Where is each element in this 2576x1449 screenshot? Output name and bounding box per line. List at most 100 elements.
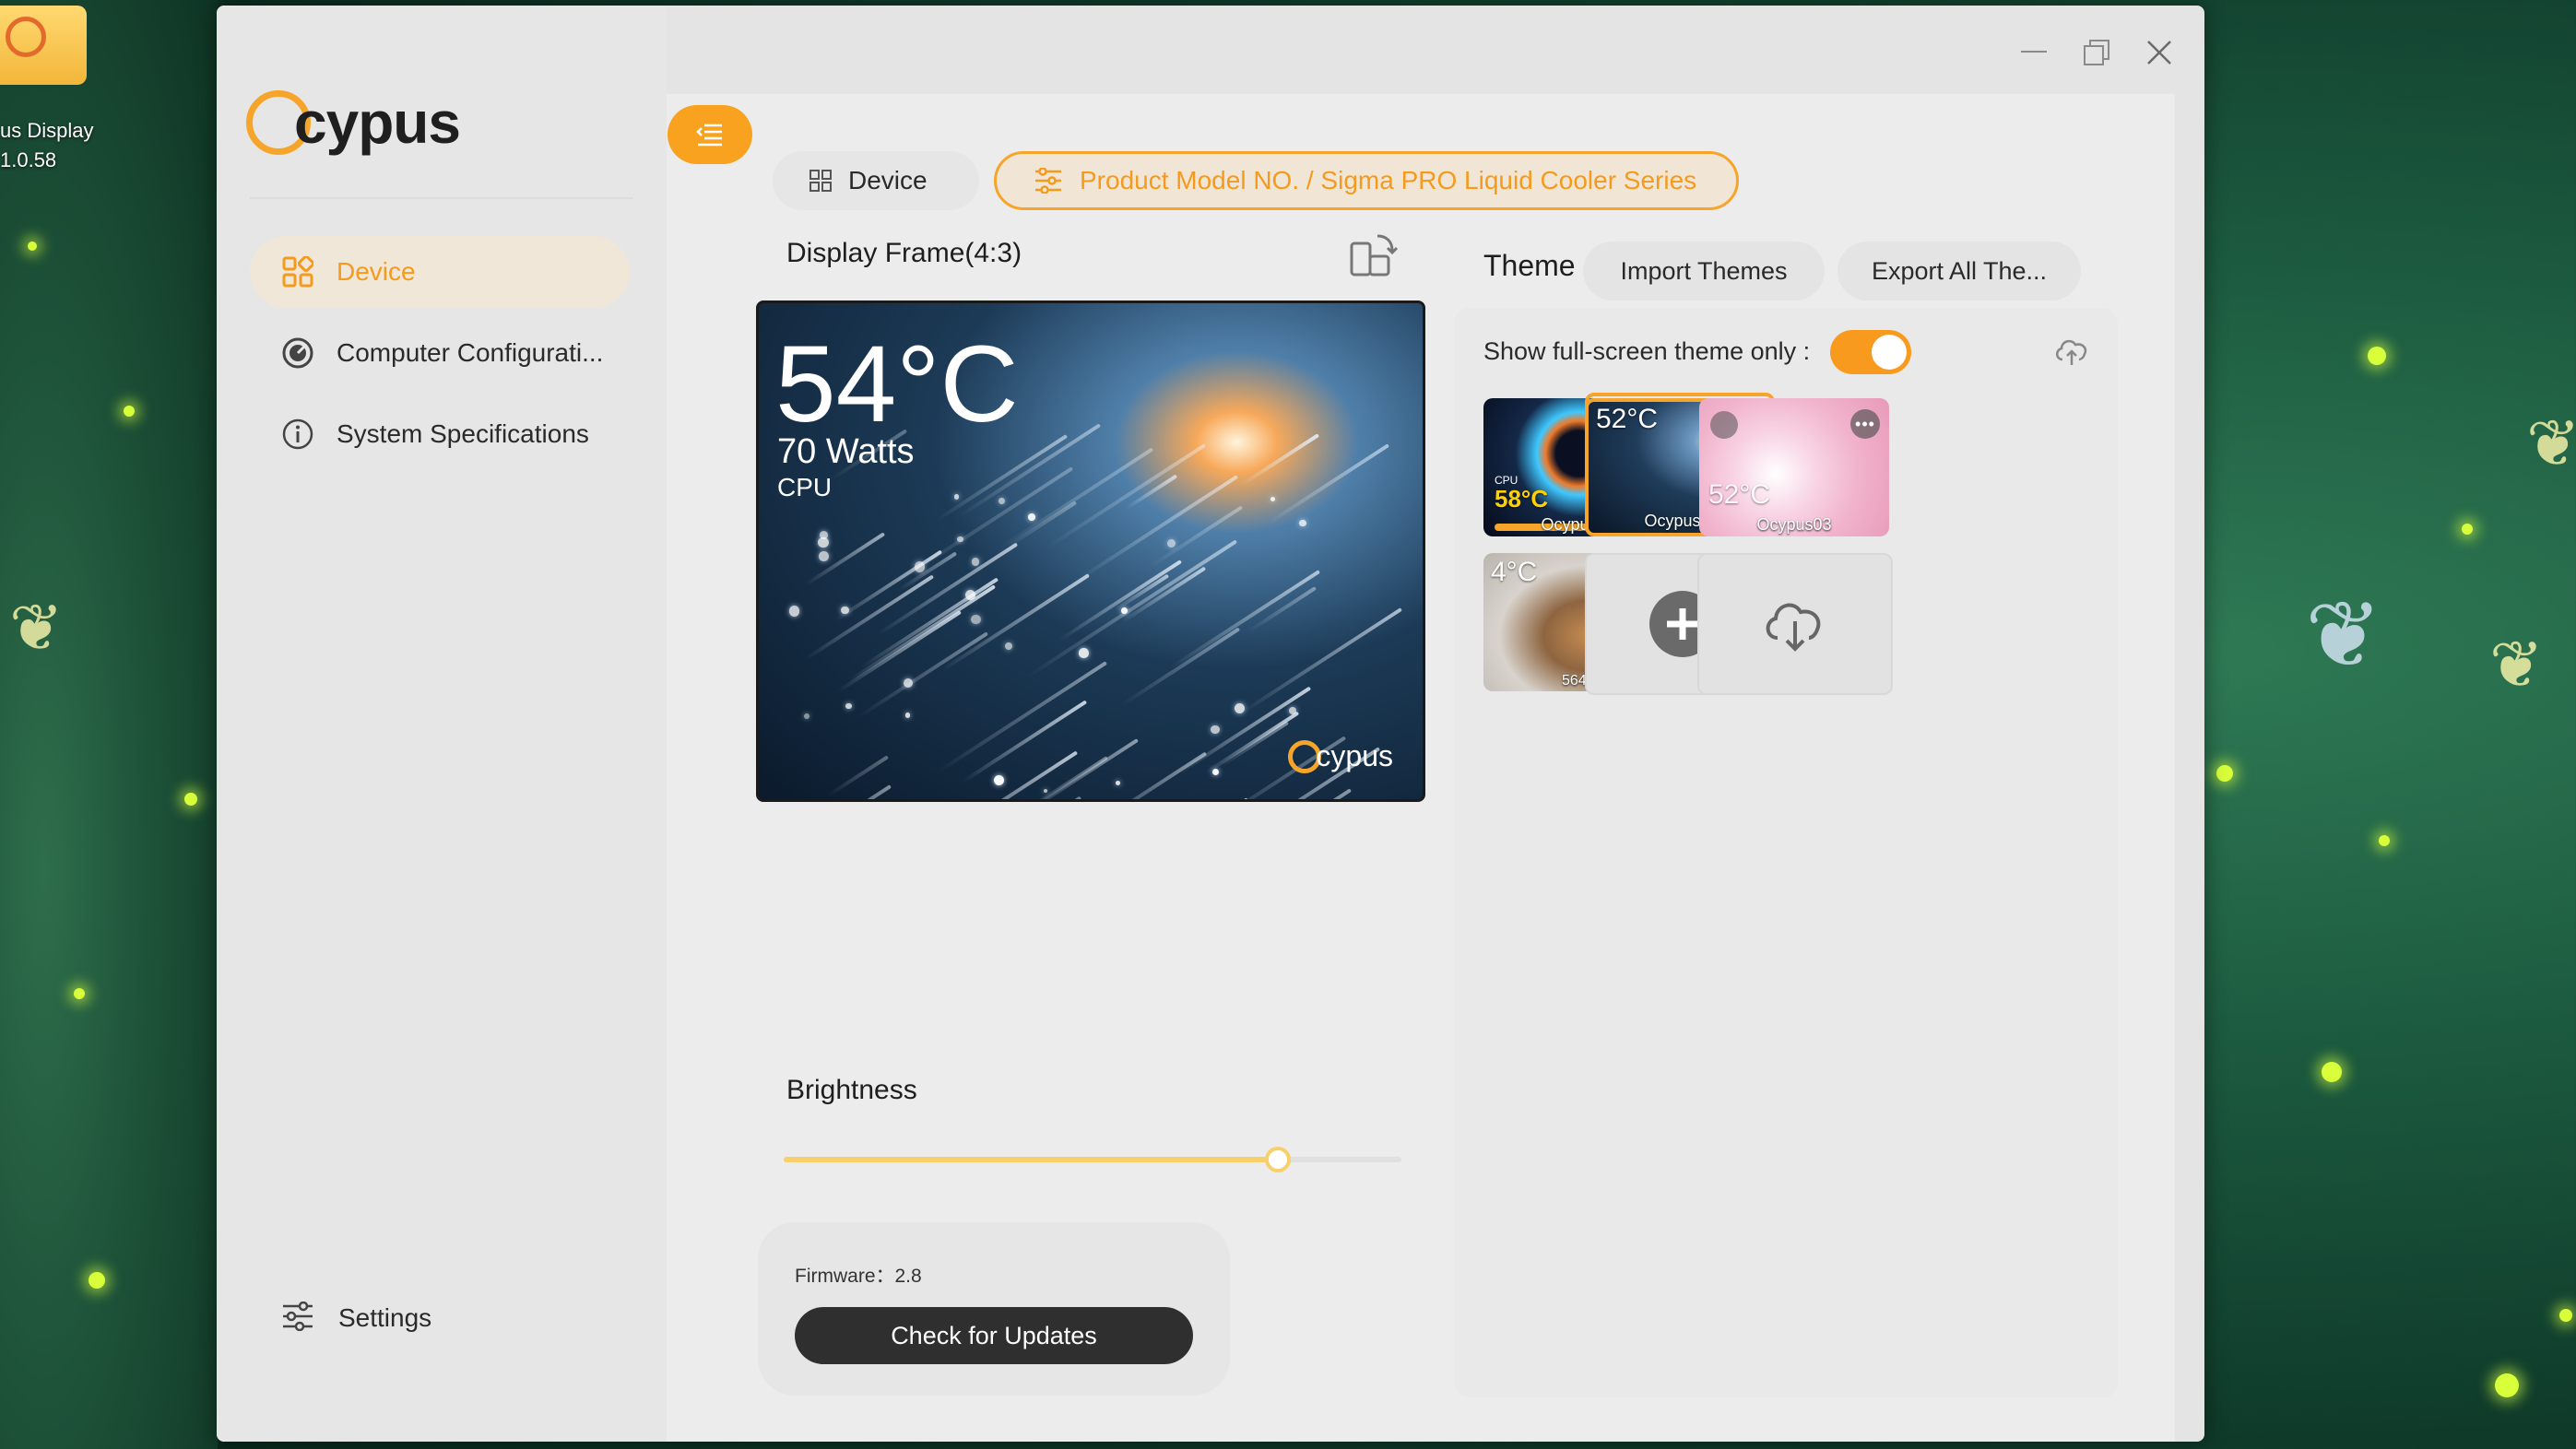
light-streak (935, 434, 1069, 523)
light-dot (1079, 647, 1090, 658)
fullscreen-only-toggle[interactable] (1830, 330, 1911, 374)
butterfly-icon: ❦ (9, 592, 64, 664)
cloud-download-icon (1766, 603, 1821, 652)
light-dot (1212, 769, 1220, 776)
display-preview: 54°C 70 Watts CPU cypus (756, 300, 1425, 802)
preview-temperature: 54°C (775, 324, 1019, 445)
firefly (2462, 524, 2473, 535)
logo-text: cypus (294, 89, 461, 156)
butterfly-icon: ❦ (2526, 407, 2576, 479)
firefly (2559, 1309, 2572, 1322)
download-theme-button[interactable] (1697, 553, 1893, 695)
light-dot (914, 561, 925, 572)
light-streak (1120, 627, 1241, 707)
light-streak (1075, 475, 1239, 583)
light-dot (1211, 725, 1220, 735)
light-streak (1150, 505, 1244, 569)
fullscreen-only-label: Show full-screen theme only : (1483, 337, 1811, 365)
light-dot (993, 775, 1004, 786)
firefly (28, 242, 37, 251)
light-dot (1043, 788, 1048, 794)
import-themes-button[interactable]: Import Themes (1583, 242, 1825, 300)
check-updates-button[interactable]: Check for Updates (795, 1307, 1193, 1364)
light-dot (1288, 707, 1296, 715)
light-dot (1005, 642, 1013, 651)
maximize-icon (2084, 40, 2109, 65)
preview-watts: 70 Watts (777, 432, 915, 471)
sidebar-item-system-specifications[interactable]: System Specifications (250, 398, 630, 470)
sidebar-item-device[interactable]: Device (250, 236, 630, 308)
more-options-icon[interactable]: ••• (1850, 409, 1880, 439)
light-dot (1167, 538, 1176, 548)
edit-theme-icon[interactable] (1710, 411, 1738, 439)
thumbnail-name: Ocypus03 (1756, 515, 1832, 534)
thumbnail-temp: 58°C (1495, 485, 1549, 512)
firmware-version: Firmware：2.8 (795, 1266, 922, 1287)
brightness-slider-thumb[interactable] (1265, 1147, 1291, 1172)
sliders-icon (281, 1301, 318, 1335)
theme-thumbnail-ocypus03[interactable]: 52°C ••• Ocypus03 (1699, 398, 1889, 536)
display-frame-title: Display Frame(4:3) (786, 238, 1022, 268)
light-dot (905, 713, 911, 718)
sidebar: cypus Device Computer Configurati... Sys… (217, 6, 667, 1442)
firefly (2379, 835, 2390, 846)
rotate-screen-button[interactable] (1346, 230, 1399, 282)
collapse-menu-button[interactable] (668, 105, 752, 164)
light-streak (1168, 570, 1320, 670)
light-dot (803, 713, 810, 720)
light-streak (937, 661, 1108, 774)
light-dot (1234, 702, 1246, 713)
desktop-folder-icon[interactable] (0, 6, 87, 85)
light-dot (841, 606, 849, 615)
sliders-icon (1034, 168, 1063, 194)
settings-label: Settings (338, 1303, 432, 1332)
light-streak (804, 574, 935, 661)
desktop-icon-label[interactable]: us Display 1.0.58 (0, 116, 111, 175)
theme-label: Theme (1483, 249, 1576, 282)
tab-device-label: Device (848, 166, 928, 194)
light-dot (1299, 519, 1306, 527)
tab-device[interactable]: Device (773, 151, 979, 210)
sidebar-item-computer-configuration[interactable]: Computer Configurati... (250, 317, 630, 389)
light-dot (819, 530, 828, 539)
light-streak (1058, 560, 1182, 642)
thumbnail-temp: 4°C (1491, 557, 1538, 587)
sidebar-divider (250, 197, 633, 199)
light-streak (857, 630, 989, 719)
thumbnail-temp: 52°C (1708, 479, 1771, 510)
butterfly-icon: ❦ (2305, 583, 2382, 687)
settings-button[interactable]: Settings (281, 1301, 432, 1335)
tab-product-model[interactable]: Product Model NO. / Sigma PRO Liquid Coo… (994, 151, 1739, 210)
light-streak (1026, 539, 1238, 679)
preview-logo-text: cypus (1316, 739, 1393, 772)
light-dot (819, 551, 829, 561)
tab-product-model-label: Product Model NO. / Sigma PRO Liquid Coo… (1080, 166, 1697, 194)
light-streak (940, 572, 1090, 672)
desktop-icon-label-line1: us Display (0, 119, 94, 142)
firefly (2216, 765, 2233, 782)
minimize-button[interactable] (2011, 29, 2057, 76)
export-themes-button[interactable]: Export All The... (1837, 242, 2081, 300)
light-streak (1241, 607, 1403, 714)
light-dot (1270, 496, 1275, 501)
light-streak (1219, 721, 1289, 769)
firefly (2368, 347, 2386, 365)
brightness-label: Brightness (786, 1075, 917, 1105)
cloud-sync-button[interactable] (2053, 336, 2090, 367)
maximize-button[interactable] (2074, 29, 2120, 76)
light-dot (971, 558, 980, 566)
thumbnail-sub: CPU (1495, 474, 1518, 487)
brightness-slider[interactable] (784, 1147, 1401, 1172)
theme-panel: Show full-screen theme only : 58°C CPU O… (1454, 308, 2118, 1397)
light-dot (957, 536, 963, 542)
firefly (2495, 1373, 2519, 1397)
light-dot (788, 606, 800, 618)
gauge-icon (281, 336, 314, 370)
firefly (184, 793, 197, 806)
sidebar-item-label: Computer Configurati... (337, 338, 604, 367)
firmware-card: Firmware：2.8 Check for Updates (758, 1222, 1230, 1396)
sidebar-item-label: Device (337, 257, 416, 286)
rotate-screen-icon (1350, 234, 1399, 277)
close-button[interactable] (2136, 29, 2182, 76)
brightness-slider-fill (784, 1157, 1278, 1162)
